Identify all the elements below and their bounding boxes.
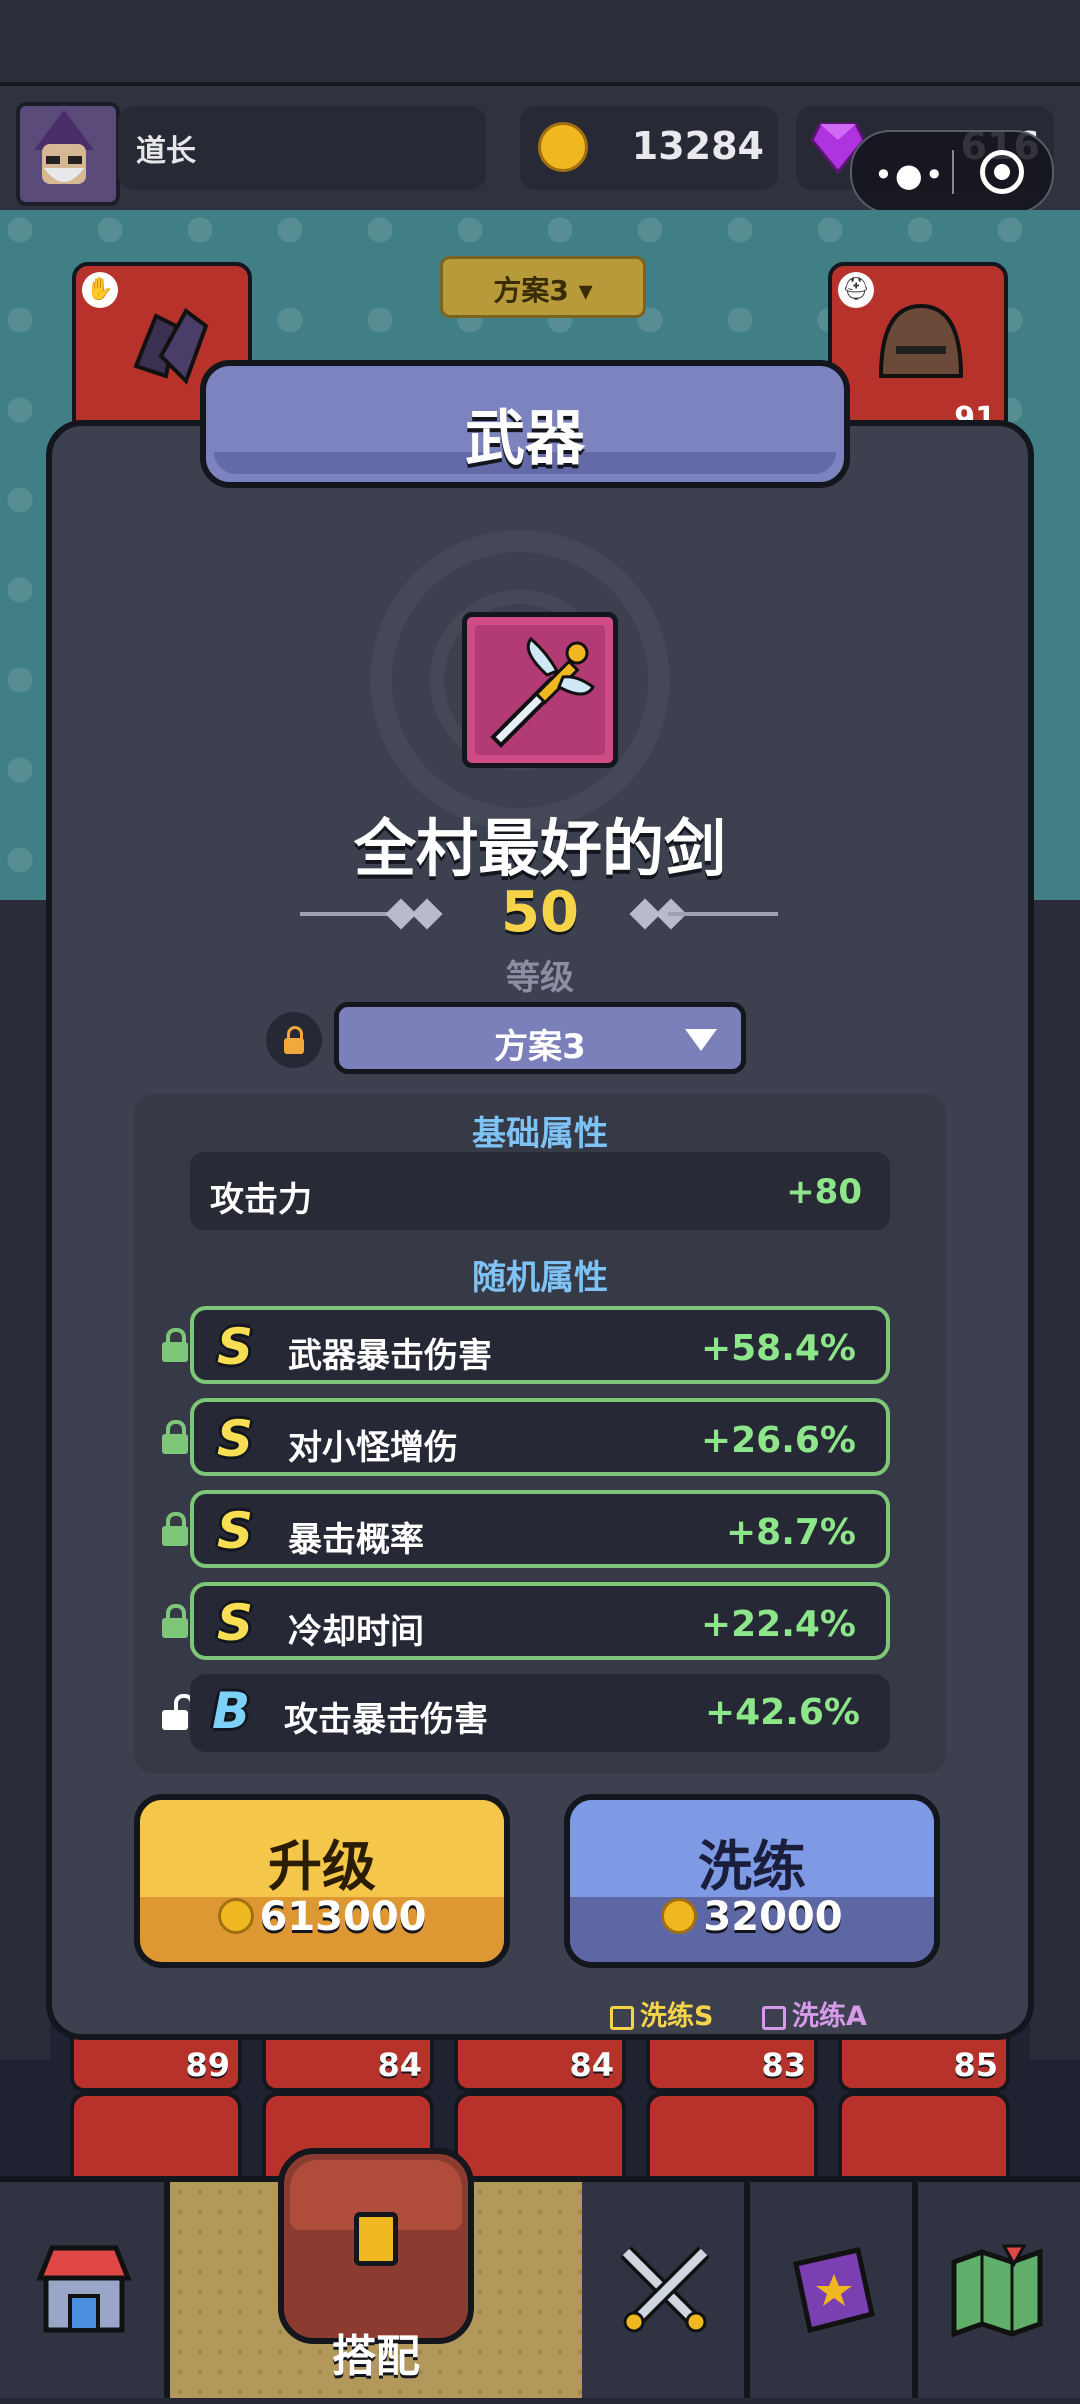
item-name: 全村最好的剑 <box>353 812 726 885</box>
attribute-label: 对小怪增伤 <box>288 1428 458 1468</box>
random-attribute-row: S 对小怪增伤 +26.6% <box>190 1398 890 1476</box>
nav-outfit-label: 搭配 <box>332 2331 420 2382</box>
attribute-value: +42.6% <box>704 1692 860 1733</box>
plan-lock-button[interactable] <box>266 1012 322 1068</box>
upgrade-cost: 613000 <box>140 1894 504 1940</box>
equip-slot-level[interactable]: 84 <box>454 2036 626 2092</box>
reforge-cost: 32000 <box>570 1894 934 1940</box>
top-bar <box>0 0 1080 86</box>
slot-level-value: 84 <box>569 2046 614 2084</box>
attribute-label: 冷却时间 <box>288 1612 424 1652</box>
spellbook-icon <box>793 2247 875 2334</box>
grade-badge: S <box>216 1502 253 1560</box>
helmet-icon <box>878 303 964 378</box>
grade-badge: B <box>211 1682 251 1740</box>
winged-sword-icon <box>490 636 595 748</box>
equip-slot-level[interactable]: 84 <box>262 2036 434 2092</box>
nav-battle[interactable] <box>582 2182 750 2398</box>
plan-dropdown-top-label: 方案3 ▾ <box>493 274 593 307</box>
base-attribute-row: 攻击力 +80 <box>190 1152 890 1230</box>
coin-icon <box>661 1898 698 1934</box>
attribute-value: +58.4% <box>700 1328 856 1369</box>
attribute-unlock-icon[interactable] <box>160 1694 194 1734</box>
hand-icon: ✋ <box>82 272 118 308</box>
panel-title-banner: 武器 <box>200 360 850 488</box>
reforge-a-checkbox[interactable]: 洗练A <box>762 1994 867 2033</box>
reforge-button[interactable]: 洗练 32000 <box>564 1794 940 1968</box>
item-icon-frame[interactable] <box>462 612 618 768</box>
coin-icon <box>217 1898 254 1934</box>
reforge-a-label: 洗练A <box>792 2001 867 2032</box>
upgrade-cost-value: 613000 <box>259 1894 427 1940</box>
crossed-swords-icon <box>620 2246 710 2333</box>
wizard-avatar-icon <box>34 110 94 184</box>
reforge-cost-value: 32000 <box>703 1894 843 1940</box>
item-level-label: 等级 <box>506 958 574 998</box>
target-icon[interactable] <box>980 150 1024 194</box>
attribute-label: 武器暴击伤害 <box>288 1336 492 1376</box>
backdrop-right <box>1030 900 1080 2060</box>
slot-level-value: 89 <box>185 2046 230 2084</box>
base-attribute-label: 攻击力 <box>210 1180 312 1220</box>
slot-level-value: 84 <box>377 2046 422 2084</box>
base-attributes-title: 基础属性 <box>472 1114 608 1154</box>
more-dots-icon[interactable]: •●• <box>874 156 946 194</box>
attribute-lock-icon[interactable] <box>160 1326 190 1366</box>
random-attribute-row: B 攻击暴击伤害 +42.6% <box>190 1674 890 1752</box>
coin-icon <box>538 122 588 172</box>
random-attribute-row: S 暴击概率 +8.7% <box>190 1490 890 1568</box>
nav-skills[interactable] <box>750 2182 918 2398</box>
random-attribute-row: S 武器暴击伤害 +58.4% <box>190 1306 890 1384</box>
attribute-lock-icon[interactable] <box>160 1418 190 1458</box>
random-attribute-row: S 冷却时间 +22.4% <box>190 1582 890 1660</box>
slot-level-value: 85 <box>953 2046 998 2084</box>
panel-title: 武器 <box>465 404 585 474</box>
equip-slot-level[interactable]: 85 <box>838 2036 1010 2092</box>
equip-slot-level[interactable]: 89 <box>70 2036 242 2092</box>
equip-slot-level[interactable]: 83 <box>646 2036 818 2092</box>
item-level: 50 <box>501 880 579 945</box>
player-avatar[interactable] <box>16 102 120 206</box>
attribute-lock-icon[interactable] <box>160 1602 190 1642</box>
random-attributes-title: 随机属性 <box>472 1258 608 1298</box>
plan-dropdown[interactable]: 方案3 <box>334 1002 746 1074</box>
lock-icon <box>284 1038 304 1054</box>
equip-slot-helmet[interactable]: ⛑ 91 <box>828 262 1008 440</box>
nav-map[interactable] <box>918 2182 1080 2398</box>
player-name-box: 道长 <box>118 106 486 190</box>
attribute-value: +26.6% <box>700 1420 856 1461</box>
nav-shop[interactable] <box>0 2182 170 2398</box>
attribute-lock-icon[interactable] <box>160 1510 190 1550</box>
checkbox-icon <box>610 2006 634 2030</box>
attribute-label: 攻击暴击伤害 <box>284 1700 488 1740</box>
backdrop-left <box>0 900 50 2060</box>
reforge-button-label: 洗练 <box>698 1835 806 1898</box>
level-divider-right <box>668 912 778 916</box>
upgrade-button[interactable]: 升级 613000 <box>134 1794 510 1968</box>
shop-icon <box>36 2245 132 2333</box>
attribute-value: +22.4% <box>700 1604 856 1645</box>
capsule-divider <box>952 150 954 194</box>
grade-badge: S <box>216 1594 253 1652</box>
bag-icon <box>278 2148 474 2344</box>
grade-badge: S <box>216 1410 253 1468</box>
player-name: 道长 <box>136 134 196 169</box>
upgrade-button-label: 升级 <box>268 1835 376 1898</box>
map-icon <box>951 2244 1043 2338</box>
slot-level-value: 83 <box>761 2046 806 2084</box>
coin-amount: 13284 <box>631 124 764 168</box>
miniprogram-capsule: •●• <box>850 130 1054 214</box>
grade-badge: S <box>216 1318 253 1376</box>
chevron-down-icon <box>685 1029 717 1051</box>
base-attribute-value: +80 <box>786 1172 862 1212</box>
attribute-label: 暴击概率 <box>288 1520 424 1560</box>
attribute-value: +8.7% <box>725 1512 856 1553</box>
plan-dropdown-top[interactable]: 方案3 ▾ <box>440 256 646 318</box>
reforge-s-label: 洗练S <box>640 2001 714 2032</box>
reforge-s-checkbox[interactable]: 洗练S <box>610 1994 713 2033</box>
coin-counter[interactable]: 13284 <box>520 106 778 190</box>
checkbox-icon <box>762 2006 786 2030</box>
plan-dropdown-label: 方案3 <box>494 1027 586 1067</box>
